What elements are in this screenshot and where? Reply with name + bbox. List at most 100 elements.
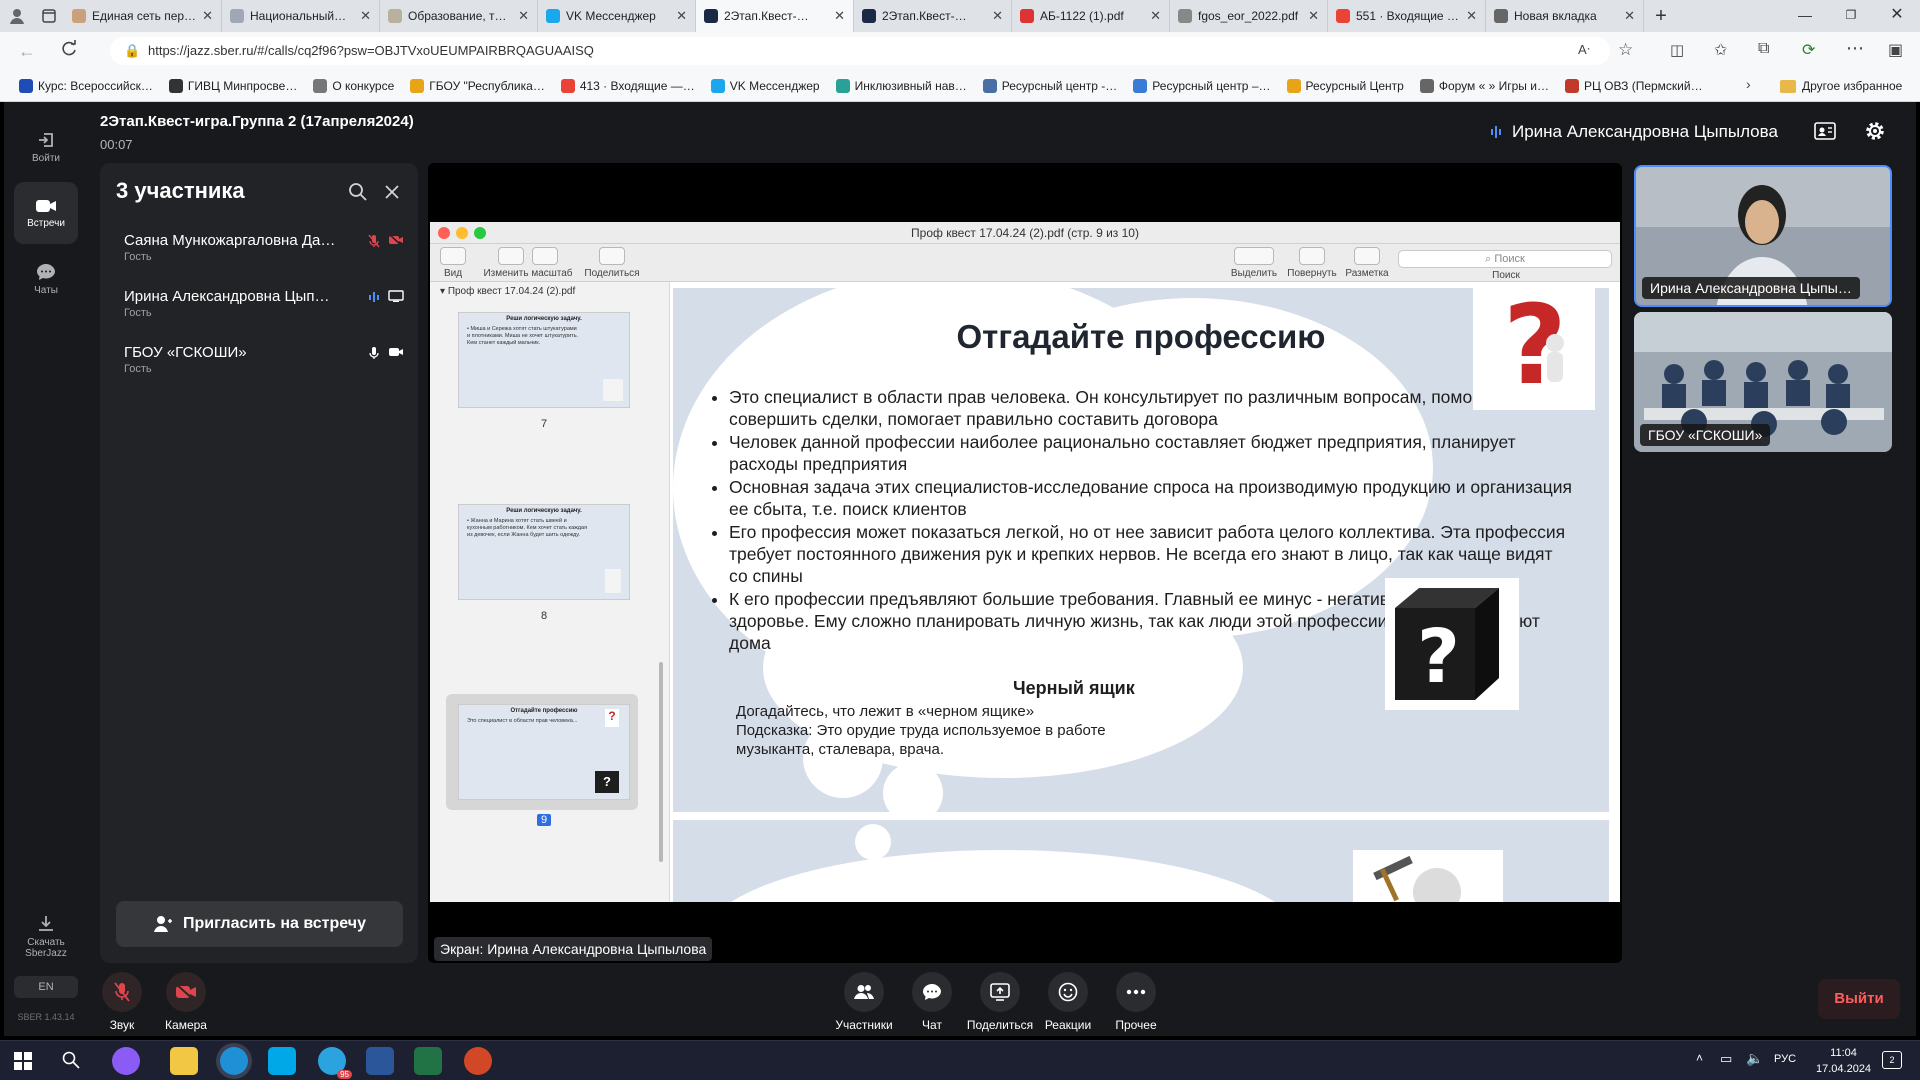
bookmark-item[interactable]: Инклюзивный нав… [829,74,974,98]
close-tab-icon[interactable]: ✕ [834,8,845,24]
markup-button[interactable]: Разметка [1342,247,1392,279]
sidebar-file[interactable]: ▾ Проф квест 17.04.24 (2).pdf [440,286,575,297]
close-window-button[interactable]: ✕ [1874,0,1920,32]
mac-zoom-dot[interactable] [474,227,486,239]
browser-tab[interactable]: НациональныйЦ… ✕ [222,0,380,32]
new-tab-button[interactable]: + [1644,5,1678,28]
bookmark-item[interactable]: Ресурсный центр -… [976,74,1125,98]
bookmark-item[interactable]: Форум « » Игры и… [1413,74,1556,98]
sidebar-toggle-icon[interactable]: ▣ [1888,40,1903,60]
preview-search-field[interactable]: ⌕ Поиск [1398,250,1612,268]
leave-button[interactable]: Выйти [1818,979,1900,1019]
page-thumbnail[interactable]: Реши логическую задачу. • Жанна и Марина… [458,504,630,600]
video-tile[interactable]: ГБОУ «ГСКОШИ» [1634,312,1892,452]
alice-icon[interactable] [112,1047,140,1075]
browser-tab[interactable]: VK Мессенджер ✕ [538,0,696,32]
browser-tab[interactable]: Новая вкладка ✕ [1486,0,1644,32]
edge-browser-icon[interactable] [220,1047,248,1075]
rail-meetings[interactable]: Встречи [14,182,78,244]
participant-item[interactable]: ГБОУ «ГСКОШИ» Гость [124,344,404,392]
sidebar-scrollbar[interactable] [659,662,663,862]
page-thumbnail[interactable]: Реши логическую задачу. • Миша и Сережа … [458,312,630,408]
collections-icon[interactable]: ⧉ [1758,40,1769,58]
browser-tab[interactable]: АБ-1122 (1).pdf ✕ [1012,0,1170,32]
file-explorer-icon[interactable] [170,1047,198,1075]
highlight-button[interactable]: Выделить [1226,247,1282,279]
other-bookmarks[interactable]: Другое избранное [1780,70,1902,102]
bookmark-item[interactable]: Ресурсный Центр [1280,74,1411,98]
close-tab-icon[interactable]: ✕ [202,8,213,24]
system-clock[interactable]: 11:04 17.04.2024 [1816,1045,1871,1077]
close-tab-icon[interactable]: ✕ [1466,8,1477,24]
browser-tab[interactable]: 551 · Входящие –… ✕ [1328,0,1486,32]
layout-toggle-icon[interactable] [1814,122,1836,140]
video-tile[interactable]: Ирина Александровна Цыпы… [1634,165,1892,307]
bookmark-item[interactable]: РЦ ОВЗ (Пермский… [1558,74,1710,98]
notifications-icon[interactable]: 2 [1882,1051,1902,1069]
telegram-icon[interactable]: 95 [318,1047,352,1079]
tray-overflow-icon[interactable]: ˄ [1696,1051,1703,1065]
close-icon[interactable] [384,184,400,200]
participant-item[interactable]: Ирина Александровна Цып… Гость [124,288,404,336]
more-menu-icon[interactable]: ⋯ [1846,38,1864,59]
favorite-star-icon[interactable]: ☆ [1618,40,1633,60]
minimize-button[interactable]: — [1782,0,1828,32]
bookmark-item[interactable]: Курс: Всероссийск… [12,74,160,98]
close-tab-icon[interactable]: ✕ [1308,8,1319,24]
bookmark-item[interactable]: ГБОУ "Республика… [403,74,552,98]
close-tab-icon[interactable]: ✕ [676,8,687,24]
close-tab-icon[interactable]: ✕ [992,8,1003,24]
rail-login[interactable]: Войти [14,116,78,178]
search-icon[interactable] [62,1051,80,1069]
word-icon[interactable] [366,1047,394,1075]
bookmark-item[interactable]: VK Мессенджер [704,74,827,98]
settings-gear-icon[interactable] [1864,120,1886,142]
excel-icon[interactable] [414,1047,442,1075]
invite-button[interactable]: Пригласить на встречу [116,901,403,947]
camera-button[interactable]: Камера [146,972,226,1032]
network-icon[interactable]: ▭ [1720,1051,1732,1067]
bookmark-item[interactable]: О конкурсе [306,74,401,98]
favorites-icon[interactable]: ✩ [1714,40,1727,60]
browser-tab[interactable]: 2Этап.Квест-… ✕ [696,0,854,32]
profile-icon[interactable] [0,0,34,32]
read-aloud-icon[interactable]: Aᐧ [1578,42,1590,58]
bookmark-item[interactable]: 413 · Входящие —… [554,74,702,98]
rail-chats[interactable]: Чаты [14,248,78,310]
browser-tab[interactable]: fgos_eor_2022.pdf ✕ [1170,0,1328,32]
browser-tab[interactable]: Образование, тр… ✕ [380,0,538,32]
mac-close-dot[interactable] [438,227,450,239]
split-screen-icon[interactable]: ◫ [1670,41,1684,59]
bookmarks-overflow-icon[interactable]: › [1746,76,1751,92]
close-tab-icon[interactable]: ✕ [518,8,529,24]
page-thumbnail-selected[interactable]: Отгадайте профессию Это специалист в обл… [458,704,630,800]
close-tab-icon[interactable]: ✕ [1624,8,1635,24]
restore-button[interactable]: ❐ [1828,0,1874,32]
browser-tab[interactable]: Единая сеть пере… ✕ [64,0,222,32]
browser-tab[interactable]: 2Этап.Квест-… ✕ [854,0,1012,32]
close-tab-icon[interactable]: ✕ [1150,8,1161,24]
language-button[interactable]: EN [14,976,78,998]
close-tab-icon[interactable]: ✕ [360,8,371,24]
powerpoint-icon[interactable] [464,1047,492,1075]
volume-icon[interactable]: 🔈 [1746,1050,1763,1067]
view-button[interactable]: Вид [438,247,468,279]
participant-item[interactable]: Саяна Мункожаргаловна Да… Гость [124,232,404,280]
refresh-icon[interactable] [60,40,78,58]
share-doc-button[interactable]: Поделиться [580,247,644,279]
more-button[interactable]: Прочее [1096,972,1176,1032]
extension-icon[interactable]: ⟳ [1802,40,1815,60]
url-field[interactable]: 🔒 https://jazz.sber.ru/#/calls/cq2f96?ps… [110,37,1610,65]
tab-actions-icon[interactable] [34,0,64,32]
rail-download[interactable]: Скачать SberJazz [14,902,78,972]
zoom-button[interactable]: Изменить масштаб [478,247,578,279]
back-icon[interactable]: ← [18,41,36,62]
rotate-button[interactable]: Повернуть [1282,247,1342,279]
windows-start-icon[interactable] [14,1052,32,1070]
mac-minimize-dot[interactable] [456,227,468,239]
keyboard-language[interactable]: РУС [1774,1053,1796,1065]
search-icon[interactable] [348,182,368,202]
skype-icon[interactable] [268,1047,296,1075]
bookmark-item[interactable]: ГИВЦ Минпросве… [162,74,304,98]
bookmark-item[interactable]: Ресурсный центр –… [1126,74,1277,98]
